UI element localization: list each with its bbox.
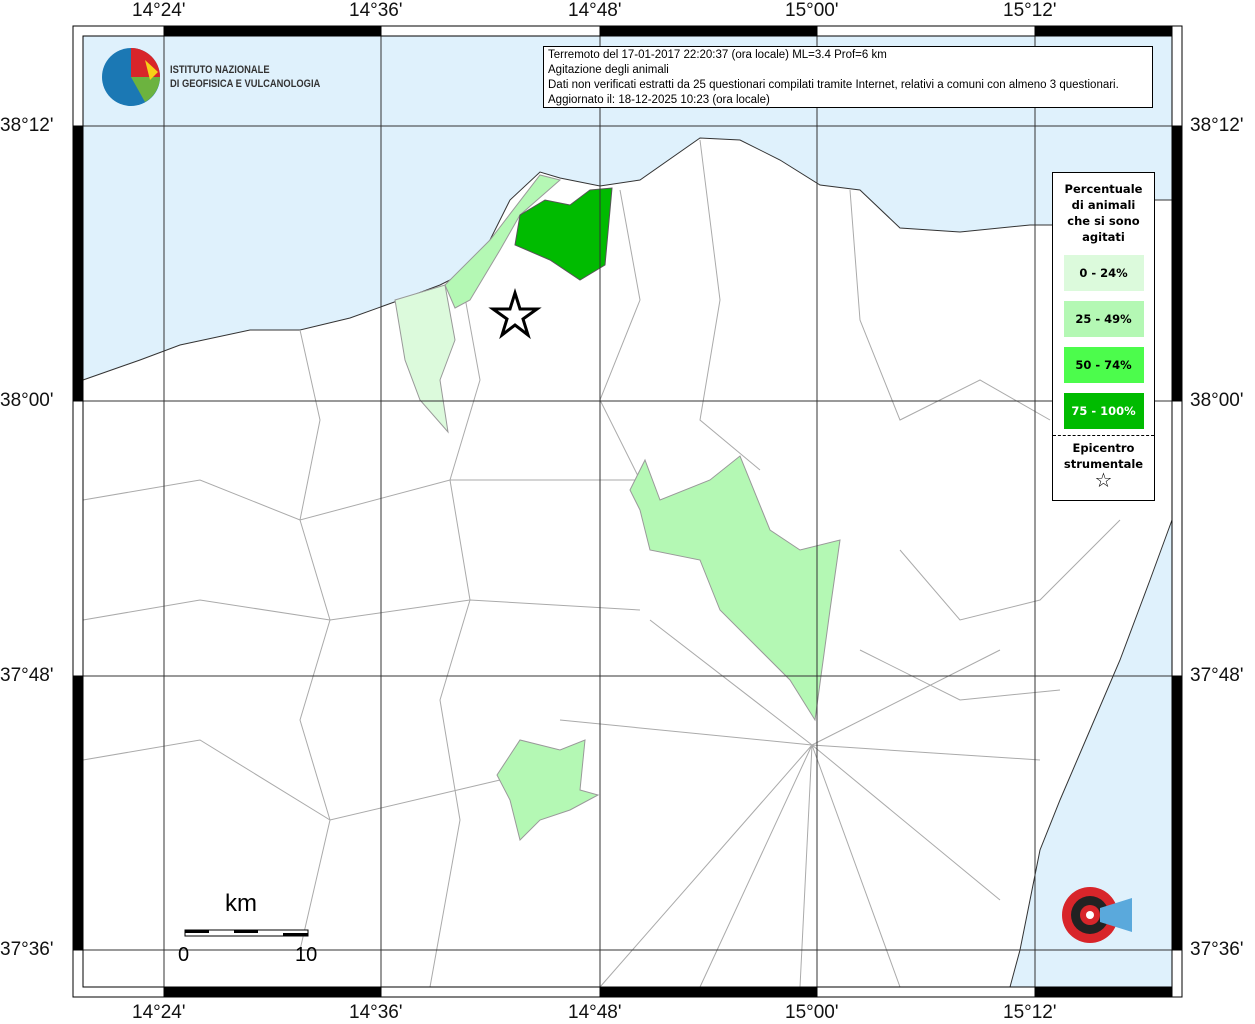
legend-class: 0 - 24%	[1063, 255, 1144, 291]
ingv-name: ISTITUTO NAZIONALE DI GEOFISICA E VULCANO…	[170, 63, 320, 91]
note-line: Dati non verificati estratti da 25 quest…	[548, 79, 1119, 91]
lon-label: 15°12'	[1003, 0, 1057, 21]
legend: Percentuale di animali che si sono agita…	[1052, 172, 1155, 501]
lon-label: 14°24'	[132, 1002, 186, 1023]
lon-label: 15°00'	[785, 1002, 839, 1023]
scale-min: 0	[178, 944, 190, 966]
lon-label: 15°12'	[1003, 1002, 1057, 1023]
lon-label: 14°36'	[349, 1002, 403, 1023]
ingv-logo-icon	[102, 48, 160, 106]
lat-label: 38°00'	[0, 390, 54, 411]
ingv-line1: ISTITUTO NAZIONALE	[170, 64, 270, 76]
lat-label: 37°36'	[0, 939, 54, 960]
updated-line: Aggiornato il: 18-12-2025 10:23 (ora loc…	[548, 94, 770, 106]
subject-line: Agitazione degli animali	[548, 64, 669, 76]
lon-label: 14°48'	[568, 1002, 622, 1023]
legend-title: Percentuale di animali che si sono agita…	[1064, 182, 1143, 244]
ingv-line2: DI GEOFISICA E VULCANOLOGIA	[170, 78, 321, 90]
lon-label: 14°48'	[568, 0, 622, 21]
lat-label: 38°12'	[1190, 115, 1244, 136]
star-icon: ☆	[1094, 468, 1113, 492]
event-info-box: Terremoto del 17-01-2017 22:20:37 (ora l…	[543, 46, 1153, 108]
lon-label: 14°24'	[132, 0, 186, 21]
lat-label: 37°48'	[1190, 665, 1244, 686]
lon-label: 14°36'	[349, 0, 403, 21]
lat-label: 38°00'	[1190, 390, 1244, 411]
map[interactable]: 14°24' 14°36' 14°48' 15°00' 15°12' 14°24…	[0, 0, 1255, 1024]
lat-label: 38°12'	[0, 115, 54, 136]
scale-bar	[184, 929, 309, 937]
scale-max: 10	[295, 944, 318, 966]
legend-class: 25 - 49%	[1063, 301, 1144, 337]
event-line: Terremoto del 17-01-2017 22:20:37 (ora l…	[548, 49, 887, 61]
lon-label: 15°00'	[785, 0, 839, 21]
legend-class: 50 - 74%	[1063, 347, 1144, 383]
lat-label: 37°36'	[1190, 939, 1244, 960]
lat-label: 37°48'	[0, 665, 54, 686]
legend-class: 75 - 100%	[1063, 393, 1144, 429]
map-canvas	[72, 25, 1183, 998]
scale-unit: km	[225, 890, 257, 917]
